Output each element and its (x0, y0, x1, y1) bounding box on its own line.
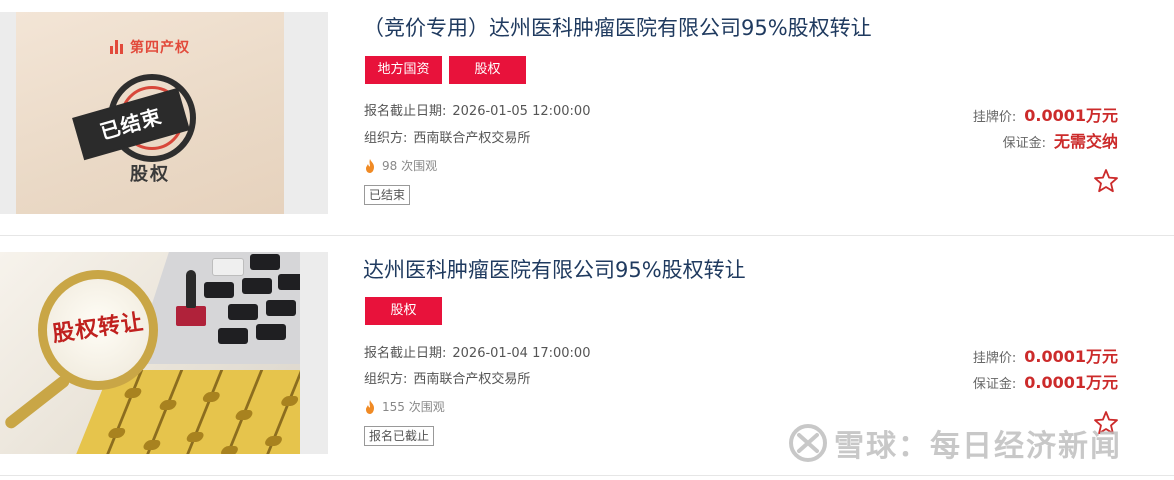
abacus-bead (185, 432, 206, 442)
views-row: 155 次围观 (364, 398, 445, 415)
flame-icon (366, 399, 374, 414)
deposit-label: 保证金: (1002, 136, 1046, 151)
tag-equity: 股权 (365, 297, 442, 325)
abacus-bead (219, 446, 240, 454)
magnifier-handle (2, 373, 72, 431)
brand-logo-icon (110, 40, 124, 54)
thumbnail-image-ended: 第四产权 已结束 股权 (16, 12, 284, 214)
abacus-bead (141, 440, 162, 450)
views-count: 98 (382, 158, 398, 173)
views-row: 98 次围观 (364, 157, 437, 174)
xueqiu-watermark: 雪球：每日经济新闻 (788, 422, 1122, 464)
thumbnail-image-equity-transfer: 股权转让 (0, 252, 300, 454)
deposit-row: 保证金: 无需交纳 (1003, 128, 1118, 152)
calculator-key (218, 328, 248, 344)
calculator-key (250, 254, 280, 270)
watermark-text: 雪球：每日经济新闻 (834, 429, 1122, 464)
calculator-key (242, 278, 272, 294)
deposit-value: 0.0001万元 (1024, 373, 1118, 392)
abacus-rod (179, 370, 224, 454)
xueqiu-logo-icon (789, 424, 827, 462)
listing-price-label: 挂牌价: (972, 110, 1017, 125)
views-suffix: 次围观 (401, 159, 438, 173)
listing-card-1[interactable]: 第四产权 已结束 股权 （竞价专用）达州医科肿瘤医院有限公司95%股权转让 地方… (0, 0, 1174, 236)
tag-row: 地方国资 股权 (365, 56, 533, 84)
calculator-key (266, 300, 296, 316)
views-suffix: 次围观 (408, 400, 445, 414)
abacus-bead (279, 396, 300, 406)
organizer-row: 组织方: 西南联合产权交易所 (364, 127, 530, 146)
tag-local-state-asset: 地方国资 (365, 56, 442, 84)
deadline-value: 2026-01-05 12:00:00 (452, 104, 591, 119)
calculator-key (228, 304, 258, 320)
thumbnail-caption: 股权 (130, 164, 170, 185)
deadline-value: 2026-01-04 17:00:00 (452, 346, 591, 361)
organizer-label: 组织方: (364, 131, 408, 146)
abacus-bead (201, 392, 222, 402)
abacus-bead (263, 436, 284, 446)
listing-price-value: 0.0001万元 (1024, 106, 1118, 125)
deadline-label: 报名截止日期: (364, 104, 447, 119)
calculator-key (212, 258, 244, 276)
brand-logo-text: 第四产权 (130, 40, 190, 56)
listing-divider (0, 475, 1174, 476)
deadline-row: 报名截止日期: 2026-01-05 12:00:00 (364, 100, 590, 119)
status-badge: 报名已截止 (364, 426, 435, 446)
calculator-key (204, 282, 234, 298)
listing-price-row: 挂牌价: 0.0001万元 (973, 102, 1118, 126)
organizer-row: 组织方: 西南联合产权交易所 (364, 368, 530, 387)
deposit-value: 无需交纳 (1053, 132, 1118, 151)
deadline-row: 报名截止日期: 2026-01-04 17:00:00 (364, 342, 590, 361)
listing-title[interactable]: （竞价专用）达州医科肿瘤医院有限公司95%股权转让 (363, 14, 872, 42)
favorite-star-icon[interactable] (1093, 168, 1119, 194)
figurine-pedestal (176, 306, 206, 326)
status-badge: 已结束 (364, 185, 411, 205)
listing-thumbnail[interactable]: 第四产权 已结束 股权 (0, 12, 328, 214)
listing-thumbnail[interactable]: 股权转让 (0, 252, 328, 454)
deposit-label: 保证金: (972, 377, 1017, 392)
calculator-key (256, 324, 286, 340)
listing-price-label: 挂牌价: (972, 351, 1017, 366)
organizer-label: 组织方: (364, 372, 408, 387)
organizer-value: 西南联合产权交易所 (413, 372, 531, 387)
abacus-bead (158, 400, 179, 410)
flame-icon (366, 158, 374, 173)
organizer-value: 西南联合产权交易所 (413, 131, 531, 146)
tag-equity: 股权 (449, 56, 526, 84)
abacus-bead (106, 428, 127, 438)
abacus-bead (122, 388, 143, 398)
deadline-label: 报名截止日期: (364, 346, 447, 361)
businessman-figurine (186, 270, 196, 308)
listing-title[interactable]: 达州医科肿瘤医院有限公司95%股权转让 (363, 256, 746, 284)
brand-logo: 第四产权 (110, 36, 190, 58)
abacus-bead (234, 410, 255, 420)
tag-row: 股权 (365, 297, 449, 325)
listing-price-value: 0.0001万元 (1024, 347, 1118, 366)
calculator-key (278, 274, 300, 290)
deposit-row: 保证金: 0.0001万元 (973, 369, 1118, 393)
listing-price-row: 挂牌价: 0.0001万元 (973, 343, 1118, 367)
views-count: 155 (382, 399, 405, 414)
